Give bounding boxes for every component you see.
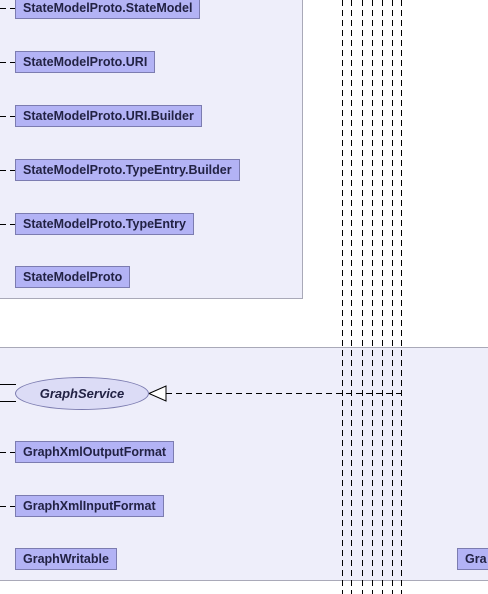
class-node[interactable]: StateModelProto.TypeEntry.Builder: [15, 159, 240, 181]
class-node[interactable]: StateModelProto.URI.Builder: [15, 105, 202, 127]
class-node[interactable]: StateModelProto.StateModel: [15, 0, 201, 19]
class-node[interactable]: StateModelProto: [15, 266, 131, 288]
class-node-clipped[interactable]: Gra: [457, 548, 488, 570]
class-node[interactable]: GraphXmlInputFormat: [15, 495, 164, 517]
class-node[interactable]: StateModelProto.URI: [15, 51, 156, 73]
class-node[interactable]: StateModelProto.TypeEntry: [15, 213, 194, 235]
interface-node[interactable]: GraphService: [15, 377, 149, 410]
class-node[interactable]: GraphXmlOutputFormat: [15, 441, 175, 463]
class-node[interactable]: GraphWritable: [15, 548, 117, 570]
realization-arrowhead: [147, 385, 167, 402]
